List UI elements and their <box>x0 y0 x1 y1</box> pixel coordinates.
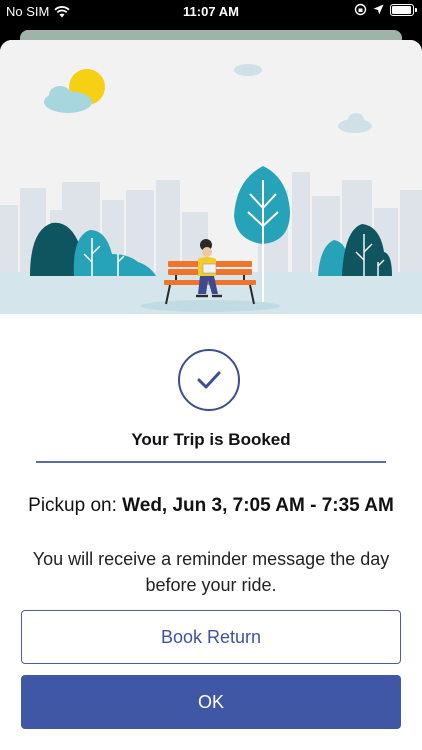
book-return-button[interactable]: Book Return <box>21 610 401 664</box>
status-right <box>354 3 417 16</box>
pickup-window: Pickup on: Wed, Jun 3, 7:05 AM - 7:35 AM <box>0 495 422 517</box>
location-icon <box>373 4 384 15</box>
checkmark-icon <box>197 371 221 389</box>
status-bar: No SIM 11:07 AM <box>0 0 422 24</box>
orientation-lock-icon <box>354 3 367 16</box>
success-check-badge <box>178 349 240 411</box>
confirmation-title: Your Trip is Booked <box>131 430 291 449</box>
battery-icon <box>390 3 417 16</box>
pickup-time: Wed, Jun 3, 7:05 AM - 7:35 AM <box>122 495 394 516</box>
pickup-label: Pickup on: <box>28 495 117 516</box>
ok-button[interactable]: OK <box>21 675 401 729</box>
title-divider <box>36 461 386 463</box>
booking-confirmation-sheet: Your Trip is Booked Pickup on: Wed, Jun … <box>0 40 422 750</box>
park-illustration <box>0 40 422 314</box>
reminder-message: You will receive a reminder message the … <box>32 549 390 595</box>
park-scene-image <box>0 40 422 314</box>
